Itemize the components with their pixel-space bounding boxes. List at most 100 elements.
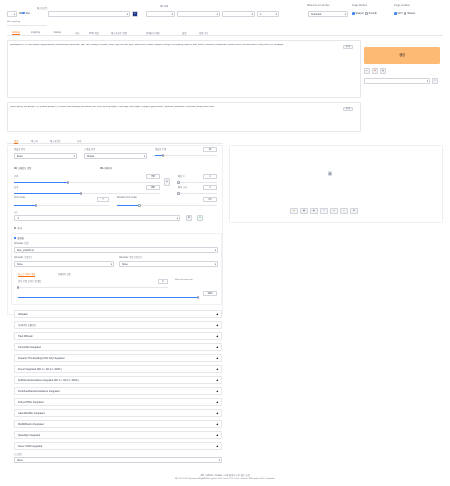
tab-extras[interactable]: Extras bbox=[54, 31, 61, 34]
steps-slider[interactable] bbox=[155, 154, 217, 157]
batch-size-input[interactable]: 1 bbox=[203, 185, 217, 190]
accordion-multidiffusion[interactable]: MultiDiffusion Integrated ◀ bbox=[14, 420, 222, 428]
accordion-never-oom[interactable]: Never OOM Integrated ◀ bbox=[14, 442, 222, 450]
output-toolbar: ▰ ▦ ◉ ✎ ▭ ✦ ⊞ bbox=[290, 208, 358, 214]
distilled-cfg-slider[interactable] bbox=[117, 204, 217, 207]
adetailer-neg-input[interactable]: None bbox=[119, 261, 218, 267]
steps-label: 샘플링 단계 bbox=[155, 149, 167, 151]
sampler-label: 샘플링 방식 bbox=[14, 149, 26, 151]
tab-extensions[interactable]: 확장 기능 bbox=[199, 31, 208, 35]
vae-select-3[interactable] bbox=[222, 11, 255, 17]
seed-input[interactable]: -1 bbox=[14, 215, 180, 221]
accordion-freeu[interactable]: FreeU Integrated (SD 1.x, SD 2.x, SDXL) ◀ bbox=[14, 365, 222, 373]
subtab-lora[interactable]: 로라 bbox=[77, 139, 81, 143]
tab-settings[interactable]: 설정 bbox=[182, 31, 186, 35]
vae-select-2[interactable] bbox=[177, 11, 220, 17]
width-input[interactable]: 768 bbox=[146, 174, 160, 179]
script-select[interactable]: None bbox=[14, 457, 222, 463]
accordion-self-attention[interactable]: SelfAttentionGuidance Integrated (SD 1.x… bbox=[14, 376, 222, 384]
brush-icon[interactable]: ✎ bbox=[320, 208, 328, 214]
batch-count-input[interactable]: 1 bbox=[203, 174, 217, 179]
mode-label: Image Medium bbox=[352, 5, 368, 7]
arrow-icon[interactable]: ↙ bbox=[364, 68, 370, 74]
tab-txt2img[interactable]: txt2img bbox=[12, 31, 20, 35]
ruler-icon[interactable]: ⊞ bbox=[350, 208, 358, 214]
subtab-checkpoints[interactable]: 체크포인트 bbox=[50, 139, 61, 143]
precision-select[interactable]: Automatic bbox=[308, 11, 348, 17]
schedule-label: 스케줄 유형 bbox=[84, 149, 96, 151]
extra-seed-checkbox[interactable]: 추가 bbox=[14, 226, 22, 230]
unit-input[interactable]: 1024 bbox=[203, 291, 217, 296]
prompt-text[interactable]: (masterpiece:1.2), best quality, highly … bbox=[10, 44, 353, 96]
adetailer-panel bbox=[11, 233, 222, 305]
checkpoint-select[interactable] bbox=[48, 11, 130, 17]
subtab-generation[interactable]: 생성 bbox=[14, 139, 19, 144]
accordion-dynamic-thresholding[interactable]: Dynamic Thresholding (CFG Fix) Integrate… bbox=[14, 354, 222, 362]
tab-train[interactable]: 임베딩 트레인 bbox=[146, 31, 160, 35]
image-placeholder-icon: ▣ bbox=[327, 171, 333, 177]
adetailer-subtab-mask[interactable]: 마스크 전처리 설정 bbox=[18, 272, 36, 277]
distilled-cfg-input[interactable]: 3.5 bbox=[203, 197, 217, 202]
steps-input[interactable]: 20 bbox=[203, 147, 217, 152]
accordion-perturbed-attention[interactable]: PerturbedAttentionGuidance Integrated ◀ bbox=[14, 387, 222, 395]
clipboard-icon[interactable]: ▤ bbox=[380, 68, 386, 74]
accordion-adetailer[interactable]: ADetailer ◀ bbox=[14, 310, 222, 318]
dice-icon[interactable]: ⚄ bbox=[186, 215, 192, 221]
height-slider[interactable] bbox=[14, 192, 160, 195]
trash-icon[interactable]: ✖ bbox=[372, 68, 378, 74]
recycle-icon[interactable]: ♻ bbox=[197, 215, 203, 221]
tab-misc[interactable]: 기타 bbox=[75, 31, 79, 35]
adetailer-enable[interactable]: 활성화 bbox=[14, 236, 24, 240]
adetailer-subtab-inpaint[interactable]: 인페인팅 설정 bbox=[58, 272, 71, 276]
tab-img2img[interactable]: img2img bbox=[31, 31, 40, 34]
adetailer-prompt-input[interactable]: None bbox=[14, 261, 114, 267]
height-input[interactable]: 960 bbox=[146, 185, 160, 190]
prompt-box[interactable]: (masterpiece:1.2), best quality, highly … bbox=[7, 40, 361, 98]
style-select[interactable] bbox=[364, 78, 430, 84]
cfg-input[interactable]: 7 bbox=[97, 197, 109, 202]
sampler-select[interactable]: Euler bbox=[14, 153, 77, 159]
batch-size-slider[interactable] bbox=[177, 192, 217, 195]
accordion-dynamic-prompts[interactable]: 다이나믹 프롬프트 ◀ bbox=[14, 321, 222, 329]
batch-count-slider[interactable] bbox=[177, 181, 217, 184]
denoise-slider[interactable] bbox=[16, 286, 168, 289]
accordion-controlnet[interactable]: ControlNet Integrated ◀ bbox=[14, 343, 222, 351]
schedule-select[interactable]: Simple bbox=[84, 153, 147, 159]
vae-select-1[interactable] bbox=[146, 11, 175, 17]
image-icon[interactable]: ▦ bbox=[300, 208, 308, 214]
width-slider[interactable] bbox=[14, 181, 160, 184]
accordion-kohya-hrfix[interactable]: Kohya HRFix Integrated ◀ bbox=[14, 398, 222, 406]
negative-prompt-text[interactable]: (worst quality, low quality:1.4), (norma… bbox=[10, 106, 335, 130]
accordion-latent-modifier[interactable]: LatentModifier Integrated ◀ bbox=[14, 409, 222, 417]
tab-png-info[interactable]: PNG 정보 bbox=[89, 31, 99, 35]
checkpoint-mini-select[interactable] bbox=[7, 11, 17, 17]
adetailer-detect-label: ADetailer 프롬프트 bbox=[14, 257, 33, 259]
tab-merge[interactable]: 체크포인트 병합 bbox=[111, 31, 127, 35]
precision-label: Difference in Low Res bbox=[307, 5, 330, 7]
folder-icon[interactable]: ▰ bbox=[290, 208, 298, 214]
edit-style-icon[interactable]: ✎ bbox=[432, 78, 438, 84]
adetailer-model-select[interactable]: face_yolov8n.pt bbox=[14, 247, 218, 253]
hires-checkbox[interactable]: 고해상도 보정 bbox=[14, 166, 31, 170]
mask-slider[interactable] bbox=[18, 296, 200, 299]
clip-select[interactable]: 2 bbox=[257, 11, 279, 17]
footer-version: 버전: f2.0.1v1.10.1-previous-636-gb835f24a… bbox=[174, 478, 276, 480]
accordion-tiled-diffusion[interactable]: Tiled Diffusion ◀ bbox=[14, 332, 222, 340]
refiner-checkbox[interactable]: 리파이너 bbox=[100, 166, 112, 170]
batch-count-label: 배치 수 bbox=[178, 176, 185, 178]
sparkle-icon[interactable]: ✦ bbox=[340, 208, 348, 214]
generate-button[interactable]: 생성 bbox=[364, 47, 440, 64]
ui-mode-radios[interactable]: Flux bbox=[19, 11, 30, 15]
device-radios[interactable]: CPU Shared bbox=[394, 12, 415, 15]
subtab-textures[interactable]: 텍스처 bbox=[31, 139, 38, 143]
palette-icon[interactable]: ◉ bbox=[310, 208, 318, 214]
mode-radios[interactable]: Sharper Smooth bbox=[352, 12, 377, 15]
denoise-input[interactable]: 0 bbox=[158, 279, 168, 284]
cfg-slider[interactable] bbox=[14, 204, 109, 207]
accordion-stylealign[interactable]: StyleAlign Integrated ◀ bbox=[14, 431, 222, 439]
refresh-icon[interactable]: ↻ bbox=[132, 11, 138, 17]
frame-icon[interactable]: ▭ bbox=[330, 208, 338, 214]
negative-prompt-box[interactable]: (worst quality, low quality:1.4), (norma… bbox=[7, 102, 361, 132]
device-label: Image Location bbox=[394, 5, 410, 7]
swap-dimensions-icon[interactable]: ⇅ bbox=[164, 178, 170, 186]
